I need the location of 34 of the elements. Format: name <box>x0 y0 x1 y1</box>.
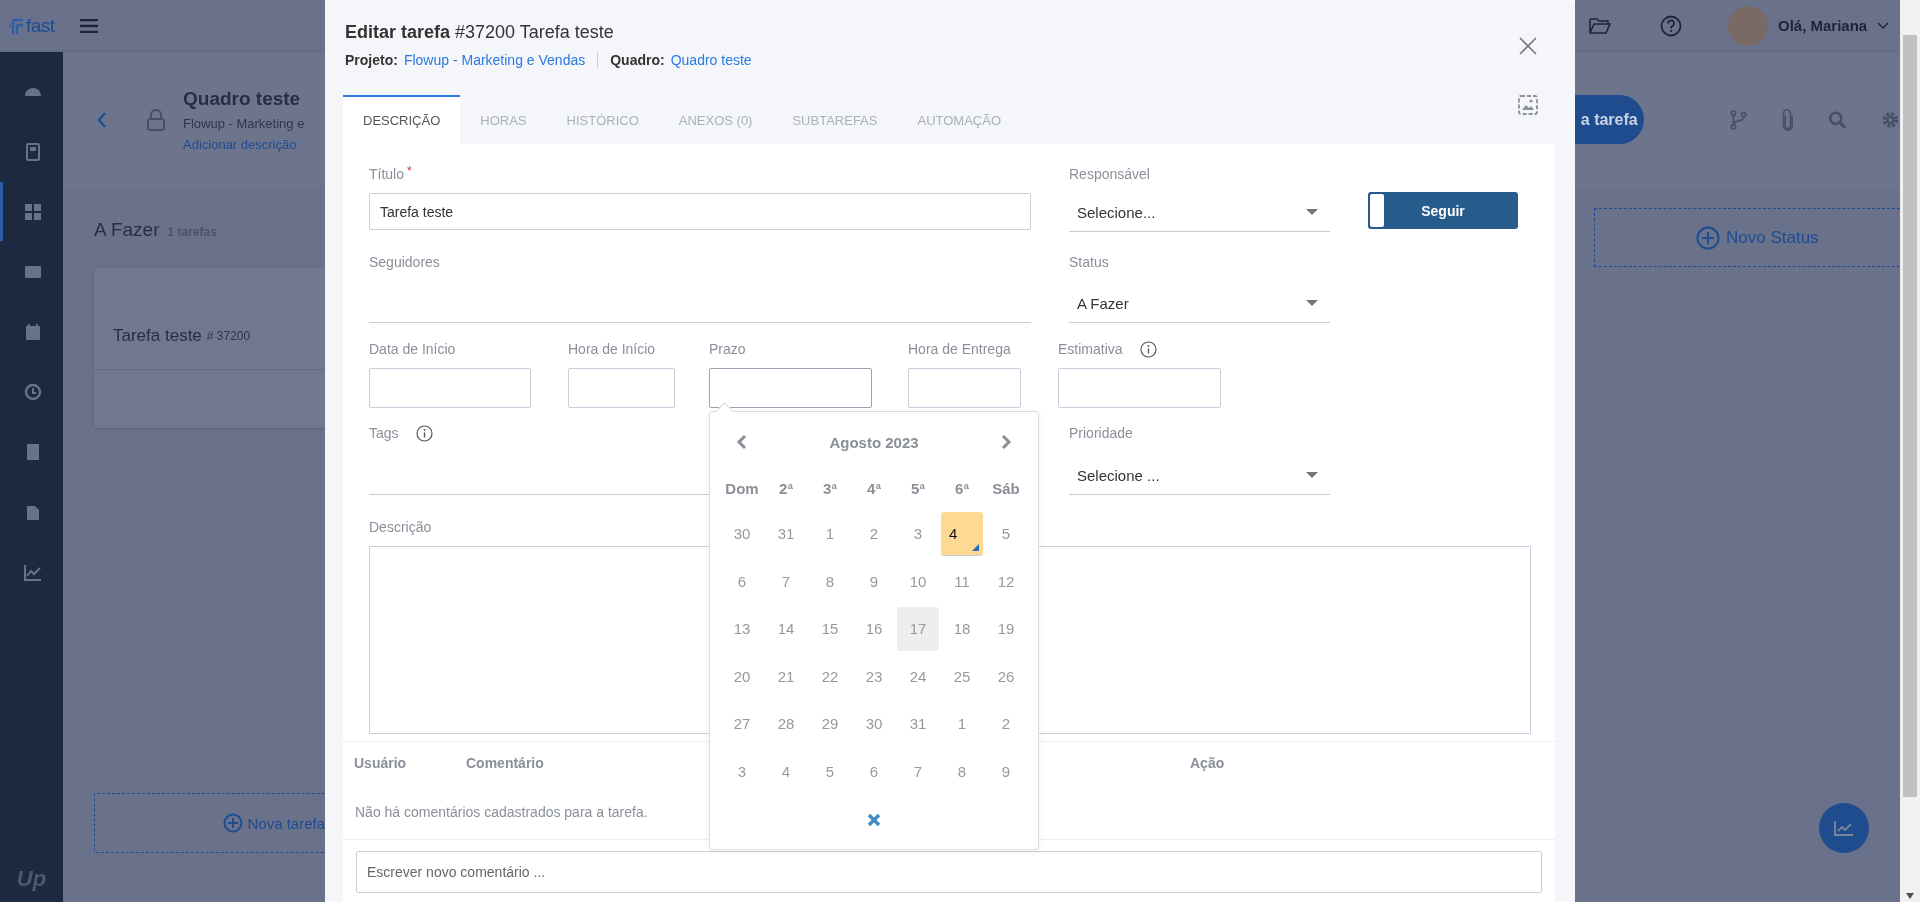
weekday-label: 6ª <box>955 479 969 497</box>
field-label: Data de Início <box>369 341 456 357</box>
project-label: Projeto: <box>345 52 398 68</box>
dialog-title: Editar tarefa #37200 Tarefa teste <box>345 21 615 43</box>
weekday-label: 4ª <box>867 479 881 497</box>
weekday-label: Dom <box>725 479 759 497</box>
column-header: Usuário <box>354 755 407 771</box>
weekday-label: Sáb <box>992 479 1020 497</box>
task-title: Tarefa teste <box>113 325 202 346</box>
weekday-label: 5ª <box>911 479 925 497</box>
weekday-label: 2ª <box>779 479 793 497</box>
field-label: Prioridade <box>1069 425 1133 441</box>
column-header: Ação <box>1190 755 1225 771</box>
task-number: # 37200 <box>206 328 251 343</box>
board-title: Quadro teste <box>183 87 302 110</box>
field-label: Hora de Entrega <box>908 341 1011 357</box>
weekday-label: 3ª <box>823 479 837 497</box>
field-label: Responsável <box>1069 166 1150 182</box>
empty-message: Não há comentários cadastrados para a tarefa. <box>355 803 648 820</box>
board-label: Quadro: <box>610 52 665 68</box>
board-subtitle: Flowup - Marketing e <box>183 115 305 131</box>
field-label: Hora de Início <box>568 341 656 357</box>
field-label: Estimativa <box>1058 341 1124 357</box>
column-header: Comentário <box>466 755 544 771</box>
required-mark: * <box>407 164 412 178</box>
app-logo: fast <box>26 14 55 37</box>
field-label: Status <box>1069 254 1109 270</box>
field-label: Tags <box>369 425 400 441</box>
column-title: A Fazer <box>94 219 160 241</box>
field-label: Título <box>369 166 404 182</box>
month-title: Agosto 2023 <box>829 433 919 451</box>
field-label: Descrição <box>369 519 432 535</box>
field-label: Prazo <box>709 341 746 357</box>
field-label: Seguidores <box>369 254 440 270</box>
